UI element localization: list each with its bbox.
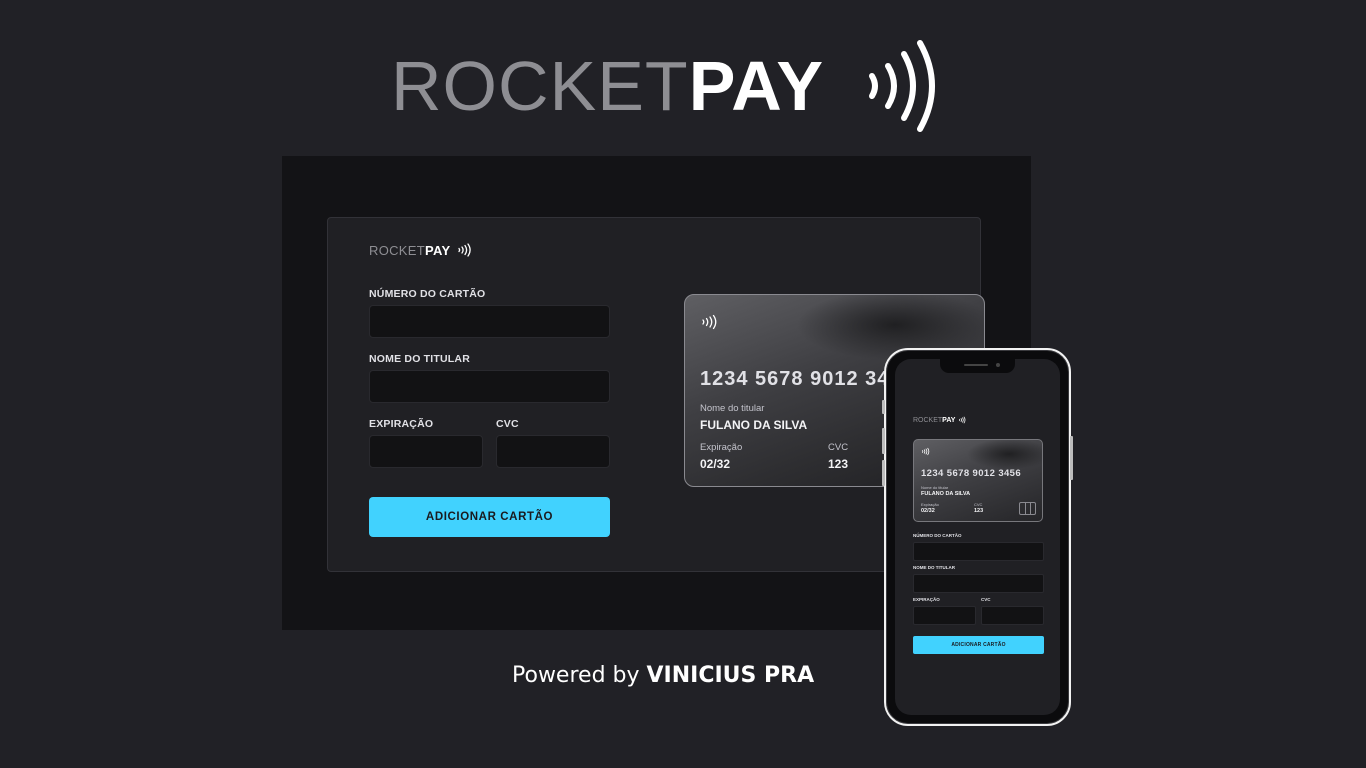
- mobile-cvc-input[interactable]: [981, 606, 1044, 625]
- card-number-label: NÚMERO DO CARTÃO: [369, 288, 486, 300]
- phone-button: [882, 400, 885, 414]
- mobile-card-preview: 1234 5678 9012 3456 Nome do titular FULA…: [913, 439, 1043, 522]
- mobile-card-cvc-value: 123: [974, 508, 984, 514]
- mobile-logo: ROCKET PAY: [913, 416, 966, 424]
- card-chip-icon: [1019, 502, 1036, 515]
- mobile-expiration-input[interactable]: [913, 606, 976, 625]
- mobile-card-expiration-value: 02/32: [921, 508, 935, 514]
- card-number-input[interactable]: [369, 305, 610, 338]
- contactless-icon: [869, 40, 936, 132]
- phone-screen: ROCKET PAY 1234 5678 9012 3456 Nome do t…: [895, 359, 1060, 715]
- hero-logo-rocket: ROCKET: [391, 47, 689, 125]
- mobile-card-holder-label: NOME DO TITULAR: [913, 565, 955, 570]
- card-expiration-caption: Expiração: [700, 442, 743, 453]
- card-holder-caption: Nome do titular: [700, 403, 765, 414]
- mobile-card-holder-name: FULANO DA SILVA: [921, 491, 971, 497]
- card-holder-input[interactable]: [369, 370, 610, 403]
- card-cvc-value: 123: [828, 457, 849, 471]
- card-number: 1234 5678 9012 3456: [700, 368, 914, 390]
- mobile-card-holder-caption: Nome do titular: [921, 485, 949, 490]
- mobile-card-holder-input[interactable]: [913, 574, 1044, 593]
- speaker-icon: [964, 364, 988, 366]
- mobile-expiration-label: EXPIRAÇÃO: [913, 597, 940, 602]
- mobile-card-number-input[interactable]: [913, 542, 1044, 561]
- powered-by-prefix: Powered by: [512, 663, 640, 688]
- contactless-icon: [922, 447, 930, 456]
- expiration-label: EXPIRAÇÃO: [369, 418, 434, 430]
- card-expiration-value: 02/32: [700, 457, 731, 471]
- mobile-card-expiration-caption: Expiração: [921, 502, 939, 507]
- card-holder-name: FULANO DA SILVA: [700, 418, 808, 432]
- contactless-icon: [702, 314, 717, 330]
- mobile-logo-rocket: ROCKET: [913, 416, 943, 424]
- phone-button: [1070, 436, 1073, 480]
- hero-logo-pay: PAY: [688, 47, 825, 125]
- card-cvc-caption: CVC: [828, 442, 849, 453]
- cvc-label: CVC: [496, 418, 519, 430]
- mobile-cvc-label: CVC: [981, 597, 991, 602]
- mobile-card-cvc-caption: CVC: [974, 502, 983, 507]
- mobile-add-card-button[interactable]: ADICIONAR CARTÃO: [913, 636, 1044, 654]
- card-holder-label: NOME DO TITULAR: [369, 353, 470, 365]
- add-card-button[interactable]: ADICIONAR CARTÃO: [369, 497, 610, 537]
- panel-logo-rocket: ROCKET: [369, 242, 425, 258]
- contactless-icon: [458, 243, 472, 257]
- camera-icon: [996, 363, 1000, 367]
- phone-button: [882, 460, 885, 486]
- hero-logo: ROCKET PAY: [391, 40, 938, 132]
- author-name: VINICIUS PRA: [646, 663, 815, 688]
- cvc-input[interactable]: [496, 435, 610, 468]
- phone-mockup: ROCKET PAY 1234 5678 9012 3456 Nome do t…: [882, 348, 1073, 726]
- panel-logo-pay: PAY: [424, 242, 451, 258]
- phone-button: [882, 428, 885, 454]
- mobile-card-number: 1234 5678 9012 3456: [921, 468, 1022, 479]
- phone-notch: [940, 359, 1015, 373]
- contactless-icon: [959, 416, 966, 424]
- mobile-card-number-label: NÚMERO DO CARTÃO: [913, 533, 962, 538]
- mobile-logo-pay: PAY: [942, 416, 956, 424]
- panel-logo: ROCKET PAY: [369, 242, 472, 258]
- powered-by: Powered by VINICIUS PRA: [512, 663, 814, 688]
- payment-panel: ROCKET PAY NÚMERO DO CARTÃO NOME DO TITU…: [327, 217, 985, 572]
- expiration-input[interactable]: [369, 435, 483, 468]
